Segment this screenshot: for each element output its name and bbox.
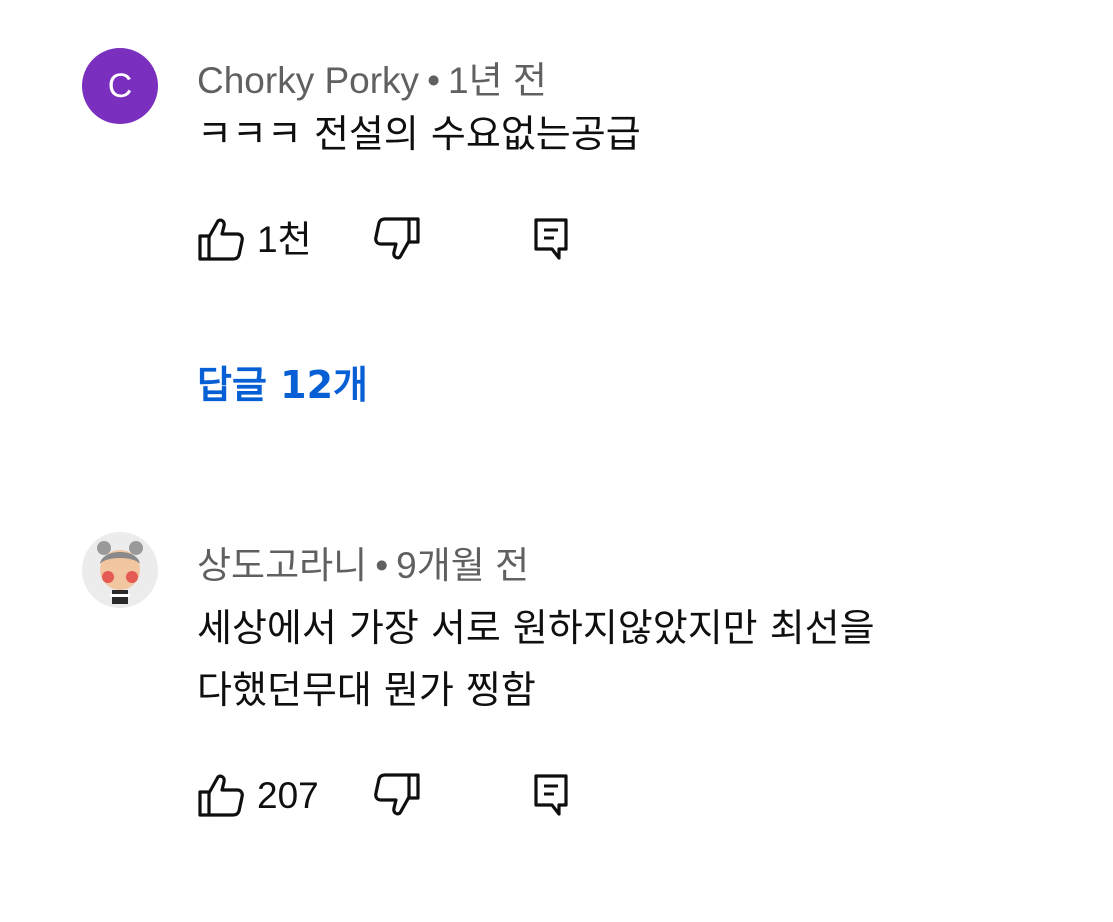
avatar-letter: C — [107, 67, 133, 105]
reply-icon[interactable] — [532, 216, 572, 266]
reply-icon[interactable] — [532, 772, 572, 822]
comment-meta: 상도고라니 • 9개월 전 — [197, 535, 529, 589]
author-name[interactable]: 상도고라니 — [197, 545, 367, 586]
comment-text-line: ㅋㅋㅋ 전설의 수요없는공급 — [197, 112, 641, 156]
meta-separator: • — [375, 545, 389, 586]
dislike-icon[interactable] — [373, 772, 421, 822]
comment-meta: Chorky Porky • 1년 전 — [197, 50, 547, 104]
comment-text-line: 세상에서 가장 서로 원하지않았지만 최선을 — [197, 606, 875, 650]
comment-text: 세상에서 가장 서로 원하지않았지만 최선을 다했던무대 뭔가 찡함 — [197, 597, 875, 721]
comment-text: ㅋㅋㅋ 전설의 수요없는공급 — [197, 103, 641, 165]
avatar-illustration — [82, 532, 158, 608]
comment-time[interactable]: 1년 전 — [448, 60, 547, 101]
like-count: 1천 — [257, 219, 312, 260]
avatar[interactable] — [82, 532, 158, 608]
like-icon[interactable] — [197, 772, 245, 822]
comment-time[interactable]: 9개월 전 — [396, 545, 529, 586]
like-icon[interactable] — [197, 216, 245, 266]
author-name[interactable]: Chorky Porky — [197, 60, 419, 101]
replies-toggle-button[interactable]: 답글 12개 — [197, 354, 368, 409]
comment-actions: 1천 — [197, 216, 597, 266]
comment-actions: 207 — [197, 772, 597, 822]
like-count: 207 — [257, 775, 319, 816]
dislike-icon[interactable] — [373, 216, 421, 266]
meta-separator: • — [427, 60, 441, 101]
avatar[interactable]: C — [82, 48, 158, 124]
comment-text-line: 다했던무대 뭔가 찡함 — [197, 668, 536, 712]
